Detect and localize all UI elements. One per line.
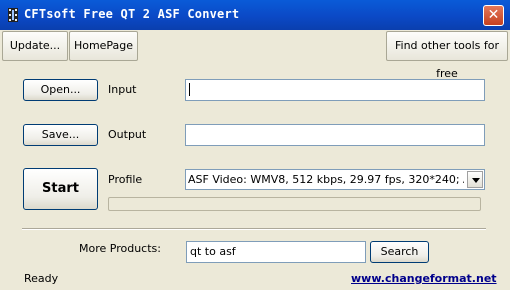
profile-selected-value: ASF Video: WMV8, 512 kbps, 29.97 fps, 32… xyxy=(188,173,464,186)
conversion-progress-bar xyxy=(108,197,481,211)
film-reel-icon xyxy=(8,8,18,22)
close-icon: ✕ xyxy=(487,7,500,23)
update-button[interactable]: Update... xyxy=(2,31,68,61)
status-text: Ready xyxy=(24,272,59,285)
homepage-button[interactable]: HomePage xyxy=(69,31,138,61)
open-button[interactable]: Open... xyxy=(23,79,98,101)
website-link[interactable]: www.changeformat.net xyxy=(351,272,497,285)
output-label: Output xyxy=(108,128,147,141)
product-search-input[interactable]: qt to asf xyxy=(186,241,366,263)
chevron-down-icon[interactable] xyxy=(467,171,483,188)
input-label: Input xyxy=(108,83,137,96)
save-button[interactable]: Save... xyxy=(23,124,98,146)
input-file-field[interactable] xyxy=(185,79,485,101)
search-button[interactable]: Search xyxy=(370,241,429,263)
profile-dropdown[interactable]: ASF Video: WMV8, 512 kbps, 29.97 fps, 32… xyxy=(185,169,485,190)
section-divider xyxy=(22,228,486,230)
close-button[interactable]: ✕ xyxy=(483,5,504,26)
more-products-label: More Products: xyxy=(79,242,161,255)
text-caret xyxy=(189,82,190,96)
start-button[interactable]: Start xyxy=(23,168,98,210)
window-title: CFTsoft Free QT 2 ASF Convert xyxy=(24,7,240,21)
find-other-tools-button[interactable]: Find other tools for free xyxy=(386,31,508,80)
profile-label: Profile xyxy=(108,173,143,186)
title-bar: CFTsoft Free QT 2 ASF Convert ✕ xyxy=(0,0,510,30)
output-file-field[interactable] xyxy=(185,124,485,146)
